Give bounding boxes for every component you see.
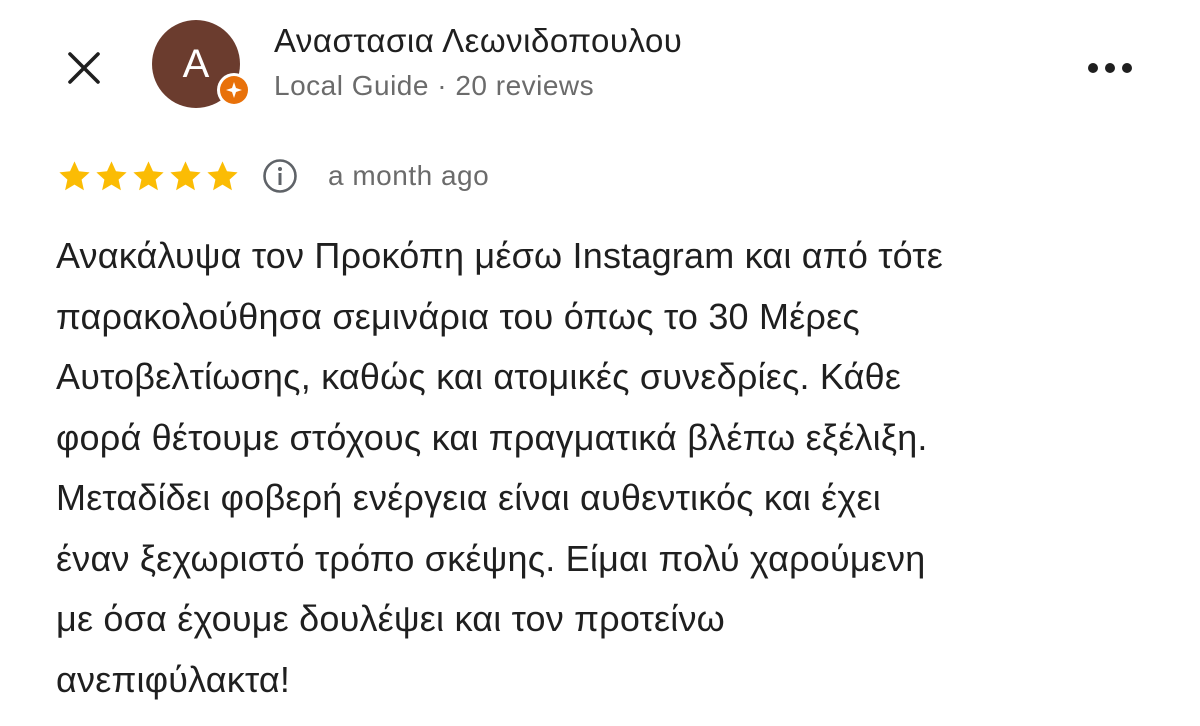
review-text-line: έναν ξεχωριστό τρόπο σκέψης. Είμαι πολύ … <box>56 537 926 579</box>
review-timestamp: a month ago <box>328 160 490 191</box>
more-horizontal-icon <box>1088 63 1132 73</box>
review-text-line: παρακολούθησα σεμινάρια του όπως το 30 Μ… <box>56 295 860 337</box>
review-text-line: με όσα έχουμε δουλέψει και τον προτείνω <box>56 598 725 639</box>
star-icon <box>96 160 127 190</box>
close-icon <box>68 52 100 84</box>
star-icon <box>59 160 90 190</box>
author-name[interactable]: Αναστασια Λεωνιδοπουλου <box>274 22 682 60</box>
review-text-line: Αυτοβελτίωσης, καθώς και ατομικές συνεδρ… <box>56 356 902 397</box>
info-icon <box>263 159 297 193</box>
review-text: Ανακάλυψα τον Προκόπη μέσω Instagram και… <box>56 226 1166 710</box>
author-meta: Local Guide · 20 reviews <box>274 70 595 101</box>
local-guide-star-icon <box>226 82 242 98</box>
info-button[interactable] <box>261 157 299 195</box>
star-icon <box>170 160 201 190</box>
review-text-line: Ανακάλυψα τον Προκόπη μέσω Instagram και… <box>56 235 944 276</box>
more-options-button[interactable] <box>1080 46 1140 90</box>
review-text-line: Μεταδίδει φοβερή ενέργεια είναι αυθεντικ… <box>56 477 881 518</box>
star-icon <box>207 160 238 190</box>
review-text-line: ανεπιφύλακτα! <box>56 658 291 700</box>
local-guide-badge <box>217 73 251 107</box>
close-button[interactable] <box>54 38 114 98</box>
star-rating <box>56 158 241 195</box>
rating-row: a month ago <box>56 150 489 202</box>
star-icon <box>133 160 164 190</box>
review-text-line: φορά θέτουμε στόχους και πραγματικά βλέπ… <box>56 416 928 458</box>
avatar-initial: A <box>182 41 210 86</box>
